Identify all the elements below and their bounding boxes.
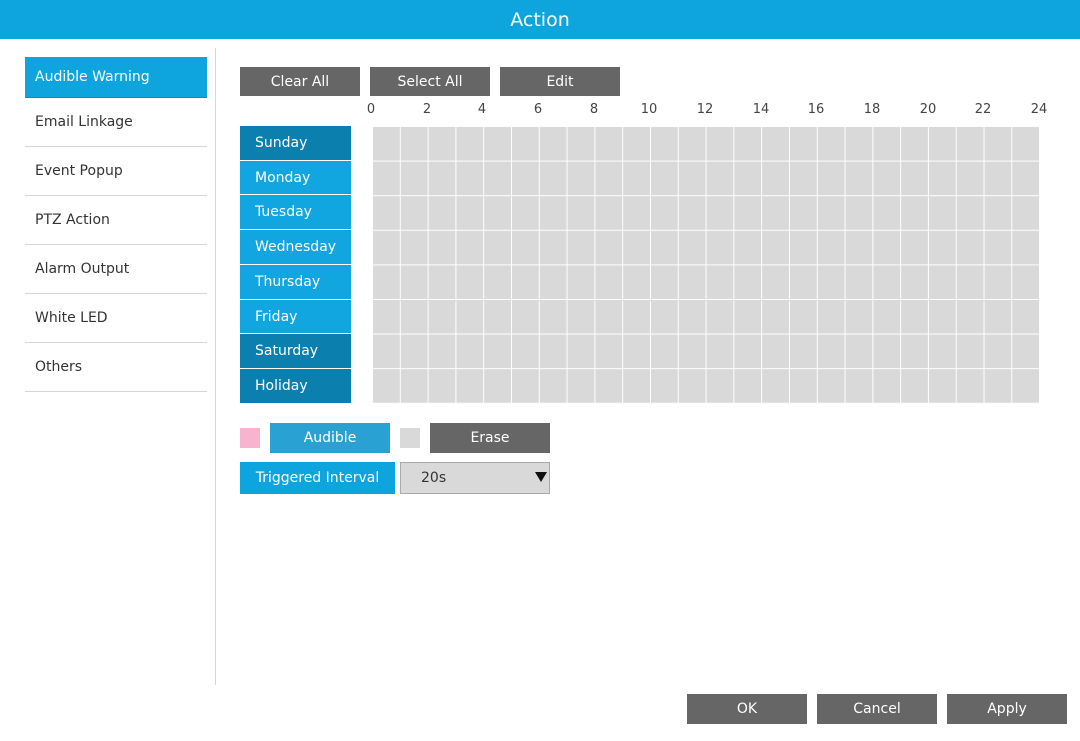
window-title: Action	[0, 0, 1080, 39]
sidebar: Audible Warning Email Linkage Event Popu…	[25, 57, 207, 392]
erase-color-swatch	[400, 428, 420, 448]
hour-label: 6	[533, 102, 543, 117]
hour-label: 8	[589, 102, 599, 117]
day-row-sunday[interactable]: Sunday	[240, 126, 351, 160]
day-row-tuesday[interactable]: Tuesday	[240, 195, 351, 229]
triggered-interval-value: 20s	[421, 470, 447, 486]
day-row-wednesday[interactable]: Wednesday	[240, 230, 351, 264]
sidebar-item-ptz-action[interactable]: PTZ Action	[25, 196, 207, 245]
erase-button[interactable]: Erase	[430, 423, 550, 453]
day-row-monday[interactable]: Monday	[240, 161, 351, 194]
apply-button[interactable]: Apply	[947, 694, 1067, 724]
sidebar-item-audible-warning[interactable]: Audible Warning	[25, 57, 207, 98]
hour-label: 4	[477, 102, 487, 117]
sidebar-divider	[215, 48, 216, 685]
hour-label: 18	[863, 102, 881, 117]
sidebar-item-white-led[interactable]: White LED	[25, 294, 207, 343]
ok-button[interactable]: OK	[687, 694, 807, 724]
hour-label: 14	[752, 102, 770, 117]
triggered-interval-select[interactable]: 20s	[400, 462, 550, 494]
sidebar-item-others[interactable]: Others	[25, 343, 207, 392]
hour-label: 20	[919, 102, 937, 117]
day-row-saturday[interactable]: Saturday	[240, 334, 351, 368]
edit-button[interactable]: Edit	[500, 67, 620, 96]
hour-label: 24	[1030, 102, 1048, 117]
day-row-thursday[interactable]: Thursday	[240, 265, 351, 299]
schedule-grid[interactable]	[372, 126, 1039, 403]
hour-label: 16	[807, 102, 825, 117]
sidebar-item-email-linkage[interactable]: Email Linkage	[25, 98, 207, 147]
dropdown-arrow-icon	[535, 472, 547, 482]
triggered-interval-label: Triggered Interval	[240, 462, 395, 494]
audible-color-swatch	[240, 428, 260, 448]
day-row-holiday[interactable]: Holiday	[240, 369, 351, 403]
clear-all-button[interactable]: Clear All	[240, 67, 360, 96]
cancel-button[interactable]: Cancel	[817, 694, 937, 724]
select-all-button[interactable]: Select All	[370, 67, 490, 96]
sidebar-item-alarm-output[interactable]: Alarm Output	[25, 245, 207, 294]
audible-button[interactable]: Audible	[270, 423, 390, 453]
hour-label: 2	[422, 102, 432, 117]
sidebar-item-event-popup[interactable]: Event Popup	[25, 147, 207, 196]
hour-label: 0	[366, 102, 376, 117]
hour-label: 12	[696, 102, 714, 117]
hour-label: 10	[640, 102, 658, 117]
hour-label: 22	[974, 102, 992, 117]
day-row-friday[interactable]: Friday	[240, 300, 351, 333]
